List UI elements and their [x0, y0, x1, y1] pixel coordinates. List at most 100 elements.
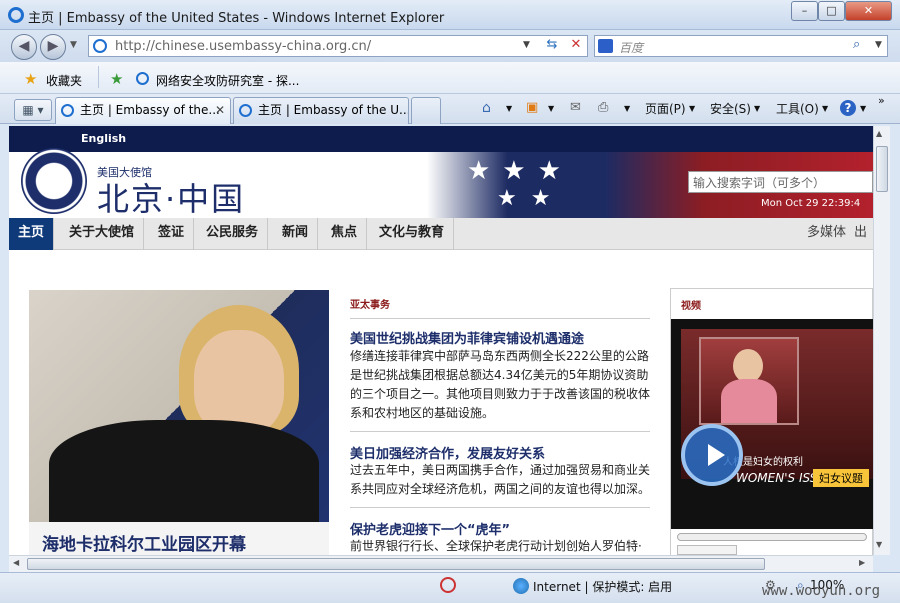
- divider: [350, 318, 650, 319]
- article-line: 前世界银行行长、全球保护老虎行动计划创始人罗伯特·: [350, 539, 642, 553]
- help-dropdown-icon[interactable]: ▼: [860, 104, 866, 113]
- nav-item-news[interactable]: 新闻: [273, 218, 319, 250]
- refresh-icon[interactable]: ⇆: [541, 37, 563, 55]
- page-icon: [93, 39, 107, 53]
- minimize-button[interactable]: –: [791, 1, 818, 21]
- search-dropdown-icon[interactable]: ▼: [875, 40, 882, 50]
- video-person: [733, 349, 763, 383]
- nav-item-focus[interactable]: 焦点: [322, 218, 368, 250]
- quick-tabs-button[interactable]: ▦ ▾: [14, 99, 52, 121]
- play-button[interactable]: [681, 424, 743, 486]
- video-player[interactable]: 人权是妇女的权利 WOMEN'S ISSUES 妇女议题: [671, 319, 873, 529]
- article-line: 是世纪挑战集团根据总额达4.34亿美元的5年期协议资助: [350, 368, 649, 382]
- ie-logo-icon: [8, 7, 24, 23]
- site-top-strip: English: [9, 126, 873, 152]
- video-controls[interactable]: [677, 545, 737, 555]
- scroll-left-icon[interactable]: ◀: [13, 558, 19, 567]
- favorite-page-icon: [136, 72, 149, 85]
- nav-item-multimedia[interactable]: 多媒体: [807, 218, 846, 248]
- tab-page-icon: [239, 104, 252, 117]
- tab-active[interactable]: 主页 | Embassy of the... ✕: [55, 97, 231, 124]
- search-icon[interactable]: ⌕: [853, 37, 860, 52]
- article-body: 前世界银行行长、全球保护老虎行动计划创始人罗伯特·: [350, 537, 650, 555]
- flag-stars-icon: ★★: [497, 186, 565, 211]
- flag-stars-icon: ★★★: [467, 156, 573, 186]
- feature-photo[interactable]: [29, 290, 329, 522]
- video-progress-bar[interactable]: [677, 533, 867, 541]
- tools-menu[interactable]: 工具(O): [776, 100, 819, 117]
- video-person-body: [721, 379, 777, 423]
- favorites-button[interactable]: 收藏夹: [46, 72, 82, 89]
- nav-item-about[interactable]: 关于大使馆: [60, 218, 145, 250]
- article-line: 过去五年中，美日两国携手合作，通过加强贸易和商业关: [350, 463, 651, 477]
- tools-menu-chevron-icon: ▼: [822, 104, 829, 113]
- home-icon[interactable]: ⌂: [482, 100, 491, 116]
- chevron-more-icon[interactable]: »: [878, 94, 885, 107]
- article-line: 系和农村地区的基础设施。: [350, 406, 495, 420]
- scroll-up-icon[interactable]: ▲: [876, 129, 882, 138]
- safety-menu[interactable]: 安全(S): [710, 100, 751, 117]
- maximize-button[interactable]: □: [818, 1, 845, 21]
- print-icon[interactable]: ⎙: [598, 100, 608, 115]
- nav-item-visa[interactable]: 签证: [149, 218, 195, 250]
- scroll-thumb[interactable]: [876, 146, 888, 192]
- baidu-icon: [598, 39, 613, 53]
- embassy-seal-logo: [21, 148, 87, 214]
- divider: [98, 66, 99, 88]
- address-url: http://chinese.usembassy-china.org.cn/: [115, 39, 372, 54]
- tab-inactive[interactable]: 主页 | Embassy of the U...: [233, 97, 409, 124]
- video-label: 视频: [681, 301, 701, 312]
- english-link[interactable]: English: [81, 132, 126, 145]
- divider: [350, 507, 650, 508]
- nav-item-home[interactable]: 主页: [9, 218, 55, 250]
- tab-label: 主页 | Embassy of the U...: [258, 103, 409, 117]
- main-nav: 主页 关于大使馆 签证 公民服务 新闻 焦点 文化与教育 多媒体 出: [9, 218, 873, 250]
- mail-icon[interactable]: ✉: [570, 100, 581, 115]
- horizontal-scrollbar[interactable]: ◀ ▶: [9, 555, 873, 572]
- page-menu[interactable]: 页面(P): [645, 100, 686, 117]
- favorite-item[interactable]: 网络安全攻防研究室 - 探...: [156, 72, 299, 89]
- article-title[interactable]: 保护老虎迎接下一个“虎年”: [350, 519, 510, 538]
- nav-item-culture-education[interactable]: 文化与教育: [370, 218, 455, 250]
- forward-button[interactable]: ▶: [40, 34, 66, 60]
- vertical-scrollbar[interactable]: ▲ ▼: [873, 126, 890, 555]
- play-icon: [708, 444, 725, 466]
- article-title[interactable]: 美国世纪挑战集团为菲律宾铺设机遇通途: [350, 328, 584, 347]
- site-search-input[interactable]: 输入搜索字词（可多个）: [688, 171, 873, 193]
- video-panel: 视频 人权是妇女的权利 WOMEN'S ISSUES 妇女议题: [670, 288, 873, 555]
- scroll-right-icon[interactable]: ▶: [859, 558, 865, 567]
- add-favorite-icon[interactable]: ★: [110, 70, 123, 88]
- feeds-dropdown-icon[interactable]: ▼: [548, 104, 554, 113]
- article-body: 修缮连接菲律宾中部萨马岛东西两侧全长222公里的公路 是世纪挑战集团根据总额达4…: [350, 347, 650, 423]
- article-body: 过去五年中，美日两国携手合作，通过加强贸易和商业关 系共同应对全球经济危机，两国…: [350, 461, 650, 499]
- internet-zone-icon: [513, 578, 529, 594]
- privacy-icon[interactable]: [440, 577, 456, 593]
- nav-item-citizen-services[interactable]: 公民服务: [197, 218, 269, 250]
- scroll-thumb-horizontal[interactable]: [27, 558, 765, 570]
- nav-item-more[interactable]: 出: [854, 218, 867, 248]
- feeds-icon[interactable]: ▣: [526, 100, 538, 115]
- browser-search-box[interactable]: 百度 ⌕ ▼: [594, 35, 888, 57]
- feature-caption[interactable]: 海地卡拉科尔工业园区开幕: [29, 522, 329, 555]
- photo-body: [49, 420, 319, 522]
- divider: [350, 431, 650, 432]
- print-dropdown-icon[interactable]: ▼: [624, 104, 630, 113]
- stop-icon[interactable]: ✕: [565, 37, 587, 55]
- address-dropdown-icon[interactable]: ▼: [523, 40, 530, 50]
- favorites-bar: [0, 62, 900, 94]
- section-label: 亚太事务: [350, 300, 390, 311]
- close-button[interactable]: ✕: [845, 1, 892, 21]
- video-tag: 妇女议题: [813, 469, 869, 487]
- home-dropdown-icon[interactable]: ▼: [506, 104, 512, 113]
- article-title[interactable]: 美日加强经济合作，发展友好关系: [350, 443, 545, 462]
- safety-menu-chevron-icon: ▼: [754, 104, 761, 113]
- tab-close-icon[interactable]: ✕: [215, 98, 225, 123]
- back-button[interactable]: ◀: [11, 34, 37, 60]
- new-tab-button[interactable]: [411, 97, 441, 124]
- favorites-star-icon: ★: [24, 70, 38, 88]
- history-dropdown-icon[interactable]: ▼: [70, 40, 77, 50]
- scroll-down-icon[interactable]: ▼: [876, 540, 882, 549]
- help-icon[interactable]: ?: [840, 100, 856, 116]
- tab-page-icon: [61, 104, 74, 117]
- address-bar[interactable]: http://chinese.usembassy-china.org.cn/ ▼…: [88, 35, 588, 57]
